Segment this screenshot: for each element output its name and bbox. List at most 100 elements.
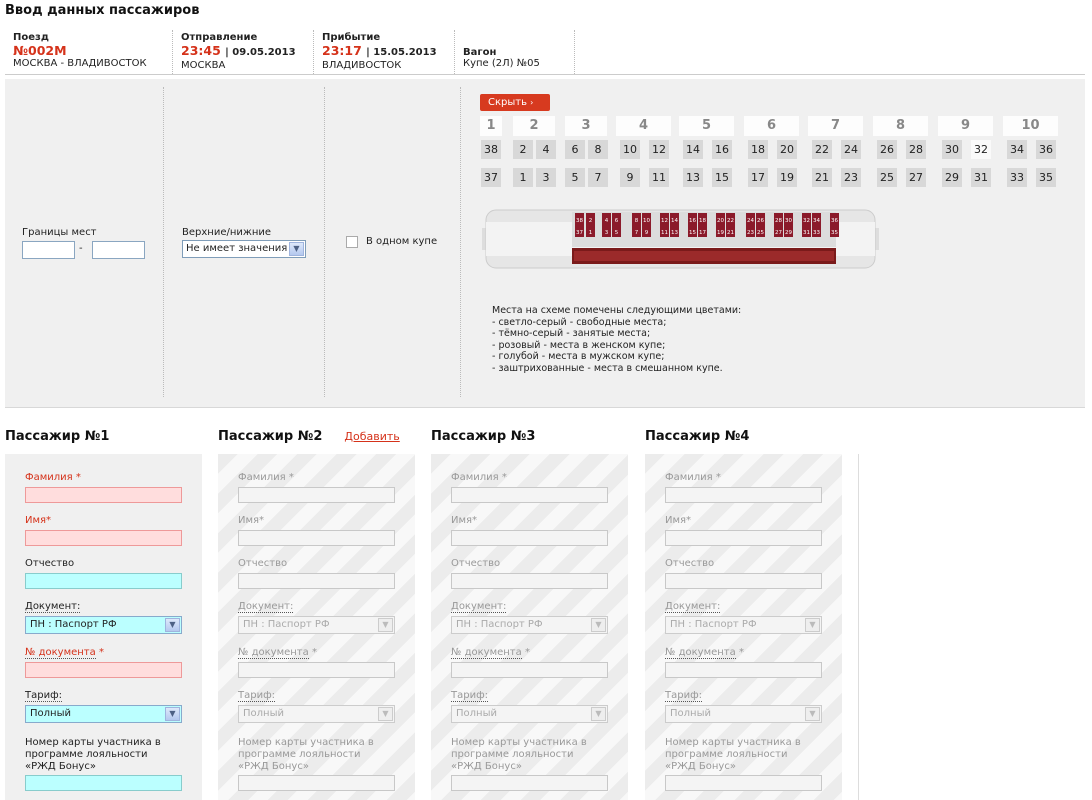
seat-24[interactable]: 24 [841, 140, 861, 159]
surname-input[interactable] [25, 487, 182, 503]
seat-32[interactable]: 32 [971, 140, 991, 159]
scheme-seat-label: 2 [589, 218, 593, 224]
scheme-seat-label: 27 [775, 230, 782, 236]
seat-36[interactable]: 36 [1036, 140, 1056, 159]
seat-13[interactable]: 13 [683, 168, 703, 187]
scheme-seat-label: 18 [699, 218, 706, 224]
seat-1[interactable]: 1 [513, 168, 533, 187]
doc-number-input[interactable] [25, 662, 182, 678]
patronymic-label: Отчество [665, 558, 715, 569]
scheme-seat-label: 13 [671, 230, 678, 236]
page-title: Ввод данных пассажиров [5, 3, 200, 18]
seat-30[interactable]: 30 [942, 140, 962, 159]
compartment-number: 10 [1003, 116, 1058, 136]
seat-15[interactable]: 15 [712, 168, 732, 187]
seat-28[interactable]: 28 [906, 140, 926, 159]
seat-27[interactable]: 27 [906, 168, 926, 187]
seat-range-from-input[interactable] [22, 241, 75, 259]
passenger-title: Пассажир №1 [5, 429, 110, 444]
seat-31[interactable]: 31 [971, 168, 991, 187]
doc-number-input [451, 662, 608, 678]
seat-18[interactable]: 18 [748, 140, 768, 159]
seat-range-to-input[interactable] [92, 241, 145, 259]
seat-19[interactable]: 19 [777, 168, 797, 187]
departure-info: Отправление 23:45 | 09.05.2013 МОСКВА [173, 30, 314, 74]
seat-10[interactable]: 10 [620, 140, 640, 159]
seat-33[interactable]: 33 [1007, 168, 1027, 187]
seat-20[interactable]: 20 [777, 140, 797, 159]
seat-29[interactable]: 29 [942, 168, 962, 187]
arrival-station: ВЛАДИВОСТОК [322, 60, 402, 71]
same-compartment-checkbox[interactable] [346, 236, 358, 248]
name-input [451, 530, 608, 546]
train-number: №002М [13, 43, 67, 58]
upper-lower-select[interactable]: Не имеет значения ▼ [182, 240, 306, 258]
legend-line: - светло-серый - свободные места; [492, 316, 667, 328]
tariff-select[interactable]: Полный ▼ [25, 705, 182, 723]
seat-17[interactable]: 17 [748, 168, 768, 187]
scheme-seat-label: 30 [785, 218, 792, 224]
tariff-select: Полный ▼ [665, 705, 822, 723]
scheme-seat-label: 38 [576, 218, 583, 224]
same-compartment-label: В одном купе [366, 236, 438, 247]
patronymic-input[interactable] [25, 573, 182, 589]
seat-filter-panel: Границы мест - Верхние/нижние Не имеет з… [5, 79, 1085, 408]
document-select: ПН : Паспорт РФ ▼ [238, 616, 395, 634]
loyalty-input[interactable] [25, 775, 182, 791]
chevron-down-icon: ▼ [289, 242, 304, 256]
seat-34[interactable]: 34 [1007, 140, 1027, 159]
surname-input [451, 487, 608, 503]
chevron-down-icon: ▼ [165, 618, 180, 632]
scheme-seat-label: 9 [645, 230, 649, 236]
seat-25[interactable]: 25 [877, 168, 897, 187]
hide-button[interactable]: Скрыть › [480, 94, 550, 111]
seat-2[interactable]: 2 [513, 140, 533, 159]
seat-16[interactable]: 16 [712, 140, 732, 159]
scheme-seat-label: 3 [605, 230, 609, 236]
departure-label: Отправление [181, 32, 258, 43]
seat-5[interactable]: 5 [565, 168, 585, 187]
chevron-down-icon: ▼ [378, 707, 393, 721]
name-input[interactable] [25, 530, 182, 546]
seat-22[interactable]: 22 [812, 140, 832, 159]
seat-6[interactable]: 6 [565, 140, 585, 159]
seat-37[interactable]: 37 [481, 168, 501, 187]
chevron-down-icon: ▼ [165, 707, 180, 721]
passenger-form-2: Фамилия * Имя* Отчество Документ: ПН : Паспо… [218, 454, 415, 800]
loyalty-label: Номер карты участника в программе лояльно… [25, 737, 161, 772]
add-passenger-link[interactable]: Добавить [344, 430, 399, 443]
seat-26[interactable]: 26 [877, 140, 897, 159]
upper-lower-value: Не имеет значения [186, 243, 288, 254]
seat-12[interactable]: 12 [649, 140, 669, 159]
document-select[interactable]: ПН : Паспорт РФ ▼ [25, 616, 182, 634]
compartment-number: 6 [744, 116, 799, 136]
seat-14[interactable]: 14 [683, 140, 703, 159]
scheme-seat-label: 28 [775, 218, 782, 224]
compartment-number: 3 [565, 116, 607, 136]
seat-21[interactable]: 21 [812, 168, 832, 187]
doc-number-input [665, 662, 822, 678]
doc-number-label: № документа * [451, 647, 530, 659]
departure-station: МОСКВА [181, 60, 226, 71]
scheme-seat-label: 33 [813, 230, 820, 236]
seat-4[interactable]: 4 [536, 140, 556, 159]
loyalty-label: Номер карты участника в программе лояльно… [238, 737, 374, 772]
tariff-label: Тариф: [238, 690, 276, 702]
seat-3[interactable]: 3 [536, 168, 556, 187]
seat-7[interactable]: 7 [588, 168, 608, 187]
seat-8[interactable]: 8 [588, 140, 608, 159]
seat-23[interactable]: 23 [841, 168, 861, 187]
doc-number-label: № документа * [25, 647, 104, 659]
chevron-down-icon: ▼ [591, 707, 606, 721]
loyalty-input [665, 775, 822, 791]
name-input [238, 530, 395, 546]
tariff-label: Тариф: [25, 690, 63, 702]
seat-9[interactable]: 9 [620, 168, 640, 187]
patronymic-input [451, 573, 608, 589]
seat-35[interactable]: 35 [1036, 168, 1056, 187]
scheme-seat-label: 19 [717, 230, 724, 236]
legend-line: - голубой - места в мужском купе; [492, 351, 665, 363]
patronymic-input [238, 573, 395, 589]
seat-38[interactable]: 38 [481, 140, 501, 159]
seat-11[interactable]: 11 [649, 168, 669, 187]
